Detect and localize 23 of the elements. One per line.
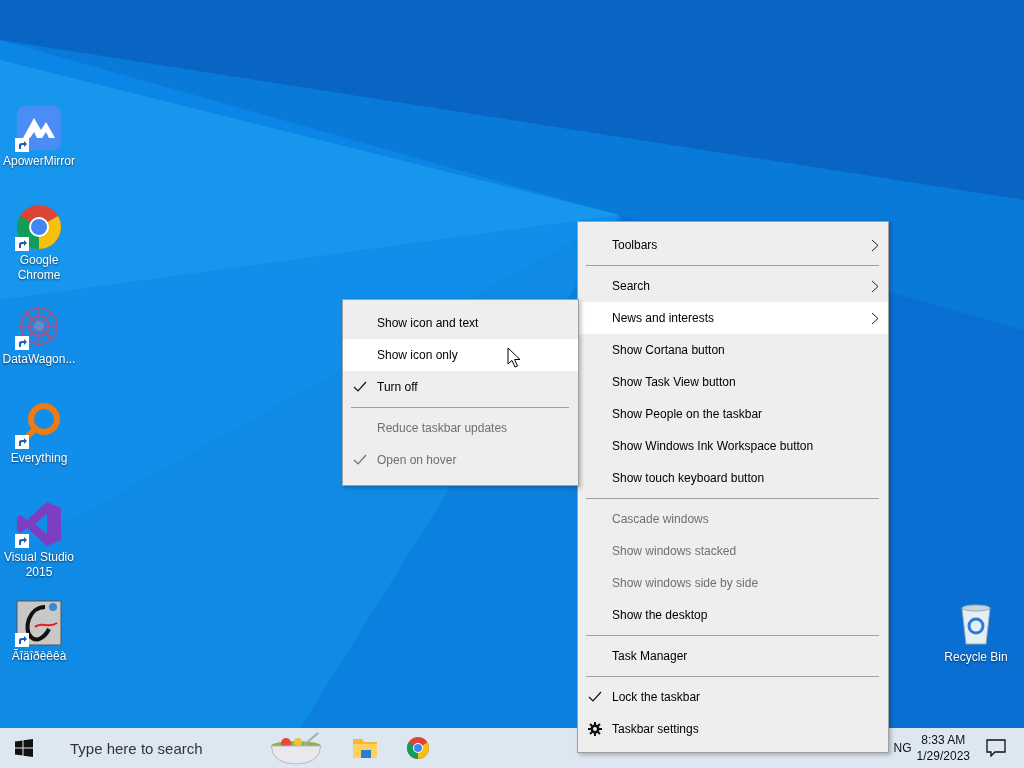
menu-item[interactable]: Show Windows Ink Workspace button — [578, 430, 888, 462]
menu-item[interactable]: Show icon and text — [343, 307, 578, 339]
menu-item[interactable]: Lock the taskbar — [578, 681, 888, 713]
menu-item[interactable]: Search — [578, 270, 888, 302]
menu-item[interactable]: Show icon only — [343, 339, 578, 371]
date-text: 1/29/2023 — [916, 748, 970, 764]
menu-item[interactable]: Show Cortana button — [578, 334, 888, 366]
menu-item[interactable]: Show Task View button — [578, 366, 888, 398]
icon-label[interactable]: Ãîäîðèêêà — [11, 649, 67, 664]
menu-item[interactable]: Toolbars — [578, 229, 888, 261]
menu-item[interactable]: News and interests — [578, 302, 888, 334]
language-indicator[interactable]: NG — [893, 739, 912, 757]
menu-item[interactable]: Turn off — [343, 371, 578, 403]
menu-item[interactable]: Show People on the taskbar — [578, 398, 888, 430]
icon-label[interactable]: Visual Studio 2015 — [4, 550, 74, 580]
clock[interactable]: 8:33 AM 1/29/2023 — [916, 732, 970, 764]
time-text: 8:33 AM — [921, 732, 966, 748]
search-field[interactable]: Type here to search — [70, 728, 269, 768]
menu-item[interactable]: Task Manager — [578, 640, 888, 672]
menu-item[interactable]: Show the desktop — [578, 599, 888, 631]
menu-item[interactable]: Taskbar settings — [578, 713, 888, 745]
icon-label[interactable]: Recycle Bin — [944, 650, 1008, 665]
menu-item[interactable]: Show touch keyboard button — [578, 462, 888, 494]
